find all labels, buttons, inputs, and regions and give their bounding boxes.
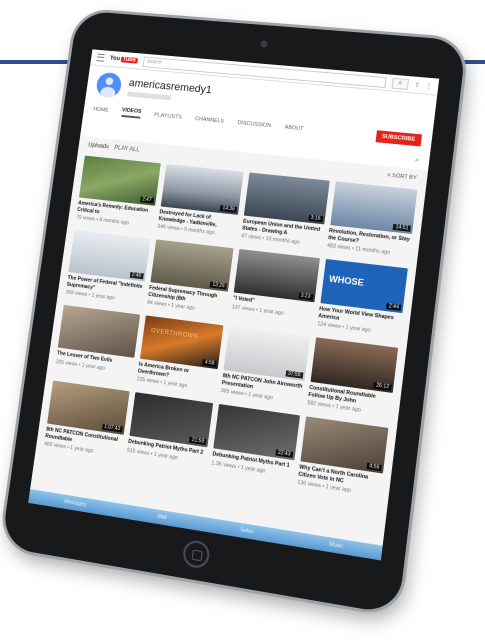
duration-badge: 22:43 <box>275 449 292 458</box>
video-card[interactable]: 13:26 Federal Supremacy Through Citizens… <box>147 239 234 315</box>
video-thumbnail[interactable]: 21:59 <box>129 392 213 447</box>
duration-badge: 14:51 <box>393 224 411 232</box>
duration-badge: 1:07:43 <box>102 424 123 433</box>
subscribe-button[interactable]: SUBSCRIBE <box>375 130 422 146</box>
tab-discussion[interactable]: DISCUSSION <box>237 120 271 129</box>
upload-icon[interactable]: ⇪ <box>414 81 420 88</box>
video-thumbnail[interactable]: 3:16 <box>244 172 329 224</box>
video-thumbnail[interactable] <box>58 305 140 358</box>
video-card[interactable]: 3:16 European Union and the United State… <box>241 172 330 248</box>
video-thumbnail[interactable]: WHOSE 2:44 <box>320 259 408 313</box>
video-thumbnail[interactable]: OVERTHROWN 4:58 <box>140 315 224 369</box>
video-thumbnail[interactable]: 14:51 <box>330 181 418 234</box>
tab-videos[interactable]: VIDEOS <box>121 107 142 118</box>
video-card[interactable]: 2:46 The Power of Federal "Indefinite Su… <box>65 230 150 305</box>
video-card[interactable]: OVERTHROWN 4:58 Is America Broken or Ove… <box>136 315 223 393</box>
video-card[interactable]: 21:59 Debunking Patriot Myths Part 2 516… <box>126 392 213 471</box>
tab-about[interactable]: ABOUT <box>284 125 303 133</box>
duration-badge: 4:56 <box>367 463 382 471</box>
dock-music[interactable]: Music <box>329 541 343 549</box>
youtube-logo[interactable]: You Tube <box>109 56 137 64</box>
duration-badge: 3:16 <box>308 215 323 222</box>
video-card[interactable]: WHOSE 2:44 How Your World View Shapes Am… <box>317 259 408 338</box>
duration-badge: 26:12 <box>374 382 392 390</box>
duration-badge: 37:55 <box>285 370 302 378</box>
tab-home[interactable]: HOME <box>93 107 109 114</box>
dock-messages[interactable]: Messages <box>64 499 86 508</box>
duration-badge: 13:26 <box>210 282 227 290</box>
thumbnail-text: WHOSE <box>329 274 365 288</box>
duration-badge: 3:23 <box>298 292 313 300</box>
video-card[interactable]: 22:43 Debunking Patriot Myths Part 1 1.3… <box>210 404 299 485</box>
video-thumbnail[interactable]: 13:26 <box>150 239 234 291</box>
video-thumbnail[interactable]: 22:43 <box>213 404 299 460</box>
video-thumbnail[interactable]: 3:23 <box>234 249 320 302</box>
video-thumbnail[interactable]: 37:55 <box>224 326 310 381</box>
video-thumbnail[interactable]: 2:47 <box>79 156 160 206</box>
video-thumbnail[interactable]: 4:56 <box>300 416 388 473</box>
video-card[interactable]: 4:56 Why Can't a North Carolina Citizen … <box>297 416 389 498</box>
video-thumbnail[interactable]: 14:36 <box>160 164 243 215</box>
tab-playlists[interactable]: PLAYLISTS <box>154 112 182 120</box>
duration-badge: 4:58 <box>202 359 216 367</box>
search-icon[interactable]: ⌕ <box>391 77 409 89</box>
duration-badge: 2:46 <box>130 272 144 279</box>
uploads-label: Uploads <box>88 142 109 150</box>
dock-safari[interactable]: Safari <box>240 527 254 535</box>
duration-badge: 14:36 <box>220 205 237 213</box>
video-card[interactable]: 2:47 America's Remedy: Education Critica… <box>76 156 161 229</box>
duration-badge: 2:44 <box>386 303 401 311</box>
video-grid: 2:47 America's Remedy: Education Critica… <box>36 153 426 502</box>
video-card[interactable]: 14:36 Destroyed for Lack of Knowledge - … <box>157 164 244 239</box>
tablet-screen: You Tube Search ⌕ ⇪ ⋮ americasremedy1 HO… <box>28 49 439 560</box>
duration-badge: 2:47 <box>140 196 154 203</box>
dock-mail[interactable]: Mail <box>157 514 167 522</box>
video-card[interactable]: 37:55 8th NC PATCON John Ainsworth Prese… <box>220 326 309 405</box>
hamburger-menu-icon[interactable] <box>96 54 104 62</box>
sort-by-button[interactable]: ≡ SORT BY <box>387 173 417 182</box>
duration-badge: 21:59 <box>189 437 206 445</box>
channel-search-icon[interactable]: ⌕ <box>414 157 419 164</box>
logo-text: You <box>109 56 120 63</box>
thumbnail-text: OVERTHROWN <box>151 328 199 340</box>
video-card[interactable]: 1:07:43 8th NC PATCON Constitutional Rou… <box>44 381 129 459</box>
apps-icon[interactable]: ⋮ <box>425 82 432 89</box>
video-card[interactable]: 14:51 Revolution, Restoration, or Stay t… <box>327 181 418 258</box>
video-thumbnail[interactable]: 2:46 <box>68 230 150 282</box>
video-thumbnail[interactable]: 26:12 <box>310 337 398 393</box>
tablet-device: You Tube Search ⌕ ⇪ ⋮ americasremedy1 HO… <box>1 10 467 615</box>
tab-channels[interactable]: CHANNELS <box>195 116 225 125</box>
video-thumbnail[interactable]: 1:07:43 <box>47 381 129 435</box>
sort-by-label: SORT BY <box>392 173 417 181</box>
play-all-button[interactable]: PLAY ALL <box>114 145 140 153</box>
video-card[interactable]: 3:23 "I Voted" 137 views • 1 year ago <box>231 249 320 326</box>
channel-subtitle-placeholder <box>127 92 171 101</box>
channel-avatar[interactable] <box>95 72 123 99</box>
video-card[interactable]: 26:12 Constitutional Roundtable Follow U… <box>307 337 398 417</box>
logo-tube: Tube <box>120 57 137 64</box>
video-card[interactable]: The Lesser of Two Evils 205 views • 1 ye… <box>54 305 139 382</box>
